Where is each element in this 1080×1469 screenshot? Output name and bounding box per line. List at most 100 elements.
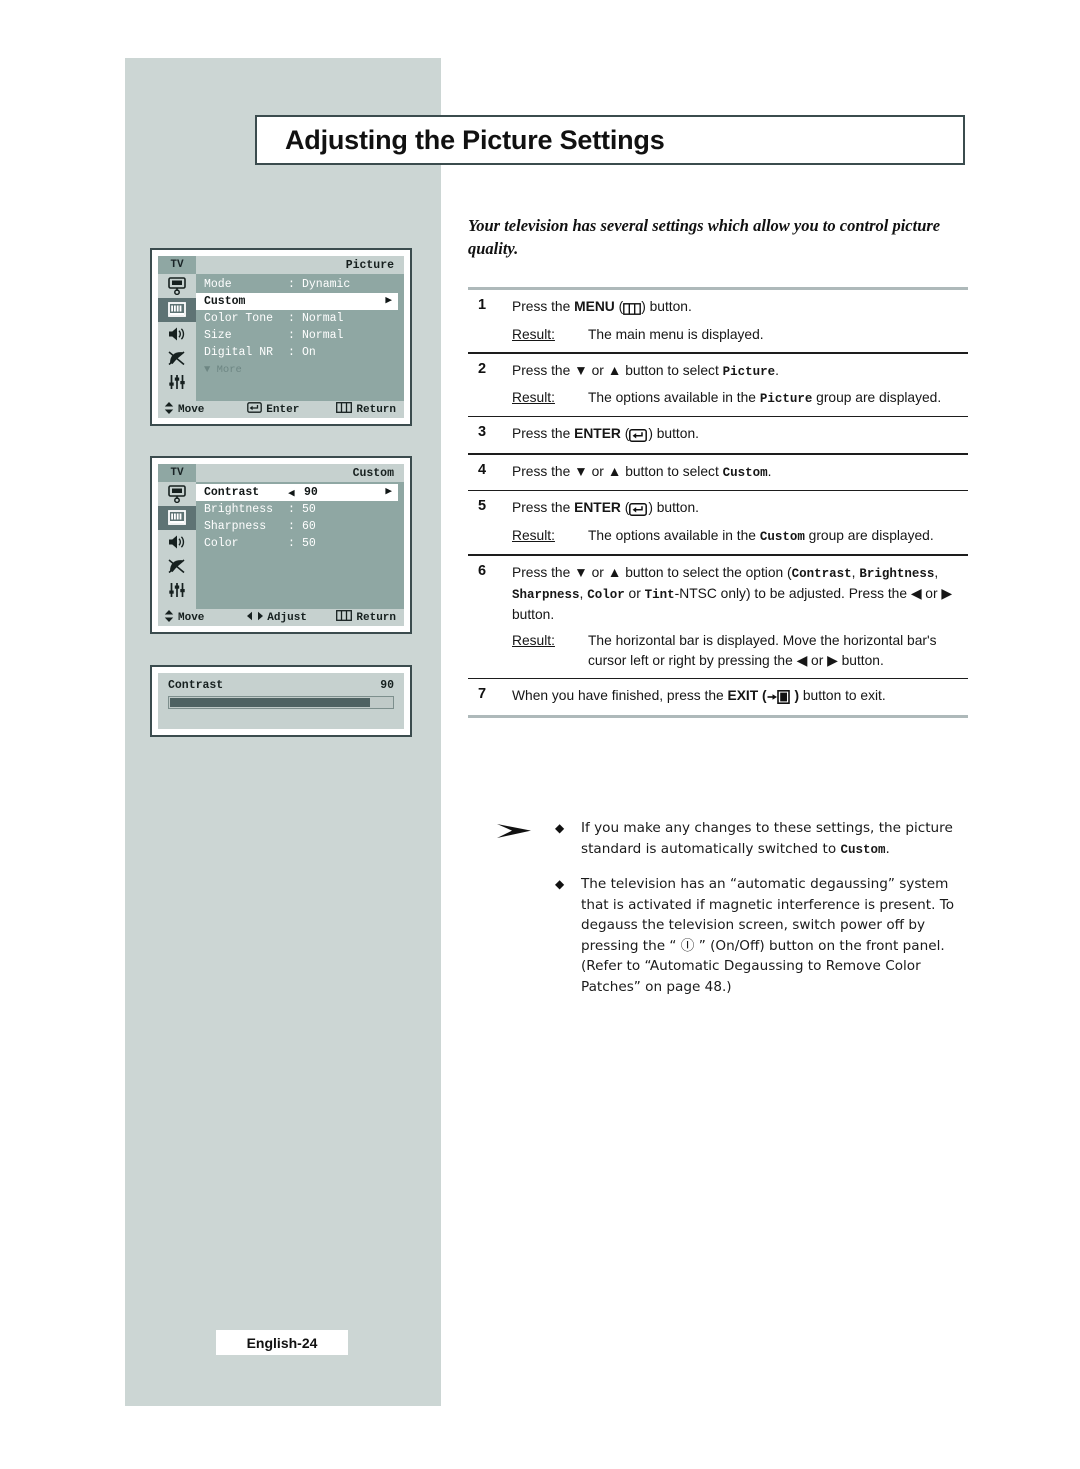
- menu-icon: [336, 610, 353, 625]
- step-number: 1: [478, 297, 487, 313]
- step-instruction: When you have finished, press the EXIT (…: [512, 686, 968, 708]
- chevron-left-icon: ◀: [288, 487, 295, 500]
- osd-row-label: Color: [204, 537, 239, 550]
- step-row: 7 When you have finished, press the EXIT …: [468, 679, 968, 715]
- step-number: 5: [478, 498, 487, 514]
- osd-row-label: Size: [204, 329, 232, 342]
- osd-row-label: Sharpness: [204, 520, 267, 533]
- note-text: The television has an “automatic degauss…: [581, 874, 975, 997]
- code-token: Sharpness: [512, 587, 580, 602]
- text-run: or: [921, 585, 942, 601]
- step-number: 7: [478, 686, 487, 702]
- left-right-arrow-icon: [247, 611, 264, 625]
- notes-list: ◆ If you make any changes to these settin…: [555, 818, 975, 1011]
- osd-row[interactable]: Size : Normal: [196, 327, 404, 344]
- osd-row-label: Contrast: [204, 486, 260, 499]
- text-run: The options available in the: [588, 389, 760, 405]
- tv-input-icon[interactable]: [158, 274, 196, 298]
- osd-row-value: 90: [304, 486, 318, 499]
- chevron-right-icon: ▶: [385, 486, 392, 498]
- step-instruction: Press the MENU () button.: [512, 297, 968, 319]
- sliders-icon[interactable]: [158, 370, 196, 394]
- osd-footer-return-label: Return: [356, 611, 396, 624]
- osd-row[interactable]: Color Tone : Normal: [196, 310, 404, 327]
- tv-input-icon[interactable]: [158, 482, 196, 506]
- osd-row[interactable]: Brightness : 50: [196, 501, 404, 518]
- osd-footer-enter-label: Enter: [266, 403, 300, 416]
- sliders-icon[interactable]: [158, 578, 196, 602]
- page-title: Adjusting the Picture Settings: [285, 124, 665, 155]
- steps-table: 1 Press the MENU () button. Result: The mai…: [468, 287, 968, 718]
- osd-row[interactable]: Sharpness : 60: [196, 518, 404, 535]
- code-token: Picture: [759, 391, 813, 406]
- text-run: (: [614, 299, 624, 314]
- text-run: -NTSC only) to be adjusted. Press the: [674, 585, 911, 601]
- satellite-dish-icon[interactable]: [158, 554, 196, 578]
- text-run: The horizontal bar is displayed. Move th…: [588, 632, 937, 668]
- contrast-bar-track[interactable]: [168, 696, 394, 709]
- step-row: 1 Press the MENU () button. Result: The mai…: [468, 290, 968, 352]
- osd-row-selected[interactable]: Custom ▶: [196, 293, 398, 310]
- key-name: MENU: [574, 299, 615, 314]
- osd-row[interactable]: Mode : Dynamic: [196, 276, 404, 293]
- text-run: button to select: [621, 362, 723, 378]
- key-name: ): [790, 688, 800, 703]
- step-row: 3 Press the ENTER () button.: [468, 417, 968, 453]
- tv-source-chip: TV: [158, 256, 196, 274]
- osd-footer-return: Return: [336, 402, 404, 417]
- osd-more-row[interactable]: ▼ More: [196, 361, 404, 378]
- text-run: ▲: [607, 463, 622, 479]
- step-number: 3: [478, 424, 487, 440]
- diamond-bullet-icon: ◆: [555, 877, 565, 891]
- step-instruction: Press the ▼ or ▲ button to select Custom…: [512, 462, 968, 483]
- tv-source-chip: TV: [158, 464, 196, 482]
- contrast-bar-label: Contrast: [168, 679, 224, 692]
- osd-row-colon: :: [288, 312, 295, 325]
- text-run: Press the: [512, 500, 575, 515]
- text-run: ◀: [796, 652, 808, 668]
- notes-block: ◆ If you make any changes to these settin…: [495, 818, 975, 1011]
- osd-row-label: Custom: [204, 295, 246, 308]
- text-run: Press the: [512, 362, 575, 378]
- osd-custom-menu: TV Custom Contrast ◀ 90 ▶ Brightness: 5…: [150, 456, 412, 634]
- text-run: ) button.: [641, 299, 692, 314]
- osd-row-selected[interactable]: Contrast ◀ 90 ▶: [196, 484, 398, 501]
- text-run: button.: [837, 652, 884, 668]
- osd-row-label: Mode: [204, 278, 232, 291]
- step-number: 4: [478, 461, 487, 478]
- osd-contrast-bar-popup: Contrast 90: [150, 665, 412, 737]
- text-run: ▼: [574, 463, 588, 479]
- enter-icon: [247, 402, 263, 417]
- step-instruction: Press the ENTER () button.: [512, 424, 968, 446]
- result-text: The options available in the Custom grou…: [588, 526, 968, 547]
- osd-row[interactable]: Digital NR : On: [196, 344, 404, 361]
- osd-header-title: Custom: [352, 466, 394, 480]
- osd-icon-rail: [158, 482, 196, 609]
- text-run: ▼: [574, 564, 588, 580]
- osd-row-label: Brightness: [204, 503, 274, 516]
- speaker-icon[interactable]: [158, 530, 196, 554]
- osd-more-label: More: [216, 363, 242, 376]
- step-result: Result: The options available in the Cust…: [512, 526, 968, 547]
- code-token: Brightness: [859, 566, 935, 581]
- osd-footer: Move Enter Return: [158, 401, 404, 418]
- code-token: Contrast: [791, 566, 852, 581]
- chevron-down-icon: ▼: [204, 363, 217, 376]
- speaker-icon[interactable]: [158, 322, 196, 346]
- text-run: button to select: [621, 463, 723, 479]
- text-run: ◀: [910, 585, 922, 601]
- code-token: Picture: [722, 364, 776, 379]
- step-number: 2: [478, 360, 487, 377]
- result-label: Result:: [512, 528, 555, 543]
- osd-row[interactable]: Color : 50: [196, 535, 404, 552]
- osd-row-colon: :: [288, 329, 295, 342]
- step-instruction: Press the ENTER () button.: [512, 498, 968, 520]
- step-result: Result: The main menu is displayed.: [512, 325, 968, 345]
- osd-item-list: Contrast ◀ 90 ▶ Brightness : 50 Sharpnes…: [196, 482, 404, 609]
- picture-bars-icon[interactable]: [158, 298, 196, 322]
- picture-bars-icon[interactable]: [158, 506, 196, 530]
- satellite-dish-icon[interactable]: [158, 346, 196, 370]
- osd-footer-adjust: Adjust: [247, 611, 336, 625]
- osd-row-colon: :: [288, 278, 295, 291]
- osd-icon-rail: [158, 274, 196, 401]
